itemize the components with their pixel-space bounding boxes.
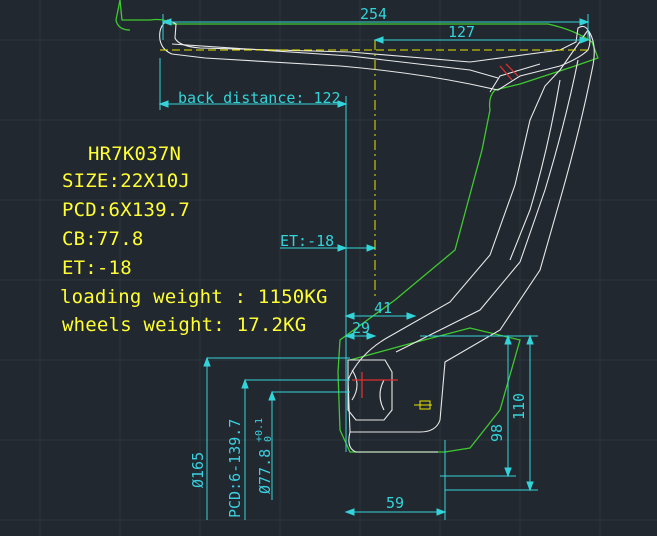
dim-41: 41 [374,299,392,317]
dim-half-width: 127 [448,23,475,41]
dim-98: 98 [488,424,506,442]
dim-29: 29 [352,319,370,337]
dim-pcd-vertical: PCD:6-139.7 [226,419,244,518]
dim-et: ET:-18 [280,232,334,250]
dim-cb-tol-lower: 0 [263,436,274,442]
dim-59: 59 [386,494,404,512]
dim-110: 110 [510,393,528,420]
wheel-section-drawing: 254 127 back distance: 122 ET:-18 41 29 … [0,0,657,536]
red-accents [352,63,519,398]
dim-diameter-165: Ø165 [189,452,207,488]
dim-overall-width: 254 [360,5,387,23]
dim-back-distance: back distance: 122 [178,89,341,107]
background-grid [0,0,657,536]
dim-cb-vertical: Ø77.8 [256,449,274,494]
cad-drawing: 254 127 back distance: 122 ET:-18 41 29 … [0,0,657,536]
rim-profile [159,19,595,453]
